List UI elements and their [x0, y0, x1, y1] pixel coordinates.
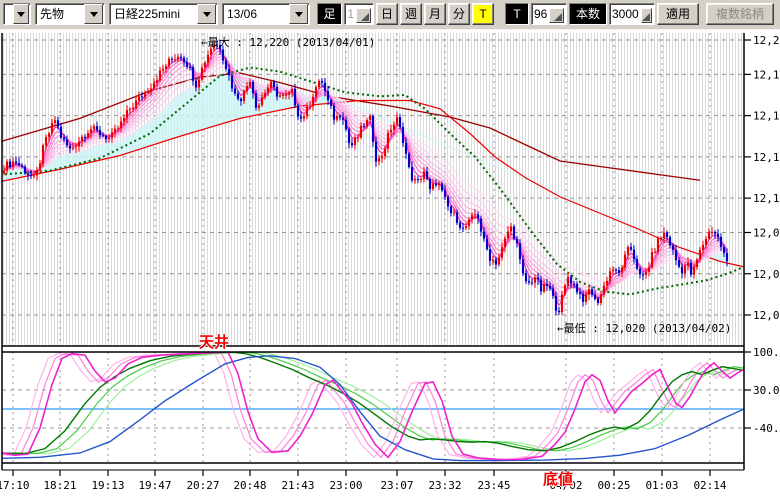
svg-text:21:43: 21:43	[281, 479, 314, 492]
svg-text:20:27: 20:27	[186, 479, 219, 492]
svg-text:19:13: 19:13	[91, 479, 124, 492]
svg-text:20:48: 20:48	[233, 479, 266, 492]
max-price-annotation: ←最大 : 12,220 (2013/04/01)	[201, 34, 375, 50]
svg-text:23:32: 23:32	[428, 479, 461, 492]
svg-text:00:25: 00:25	[597, 479, 630, 492]
svg-text:12,220: 12,220	[753, 34, 780, 47]
svg-text:-40.00: -40.00	[753, 422, 780, 435]
svg-text:12,195: 12,195	[753, 68, 780, 81]
svg-text:12,020: 12,020	[753, 309, 780, 322]
svg-text:18:21: 18:21	[43, 479, 76, 492]
svg-text:12,135: 12,135	[753, 151, 780, 164]
svg-text:12,050: 12,050	[753, 268, 780, 281]
ceiling-marker: 天井	[199, 331, 229, 352]
bottom-marker: 底値	[543, 468, 573, 489]
svg-text:12,080: 12,080	[753, 227, 780, 240]
min-price-annotation: ←最低 : 12,020 (2013/04/02)	[557, 320, 731, 336]
svg-text:23:07: 23:07	[380, 479, 413, 492]
svg-text:23:00: 23:00	[329, 479, 362, 492]
svg-text:100.00: 100.00	[753, 346, 780, 359]
svg-text:19:47: 19:47	[138, 479, 171, 492]
svg-text:12,165: 12,165	[753, 110, 780, 123]
svg-text:12,105: 12,105	[753, 192, 780, 205]
svg-text:23:45: 23:45	[477, 479, 510, 492]
svg-text:01:03: 01:03	[645, 479, 678, 492]
svg-text:30.00: 30.00	[753, 384, 780, 397]
svg-text:02:14: 02:14	[693, 479, 726, 492]
chart-application-window: { "toolbar": { "market_combo": "先物", "sy…	[0, 0, 780, 500]
chart-canvas: 12,220 12,195 12,165 12,135 12,105 12,080 12,0…	[0, 0, 780, 500]
svg-text:17:10: 17:10	[0, 479, 30, 492]
